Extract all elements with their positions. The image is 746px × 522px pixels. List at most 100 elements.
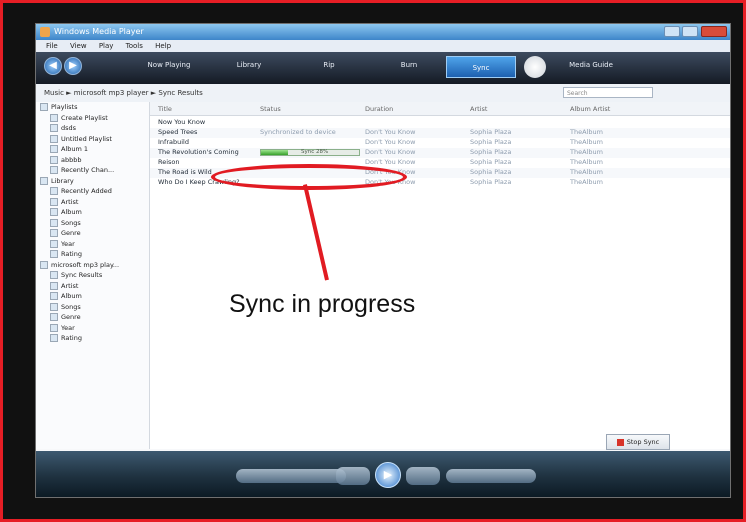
cell-album-artist: TheAlbum xyxy=(570,128,603,136)
playlist-icon xyxy=(50,292,58,300)
tree-item[interactable]: Songs xyxy=(36,218,149,229)
callout-label: Sync in progress xyxy=(229,290,416,318)
cell-status: Synchronized to device xyxy=(260,128,336,136)
tree-item-label: Untitled Playlist xyxy=(61,134,112,143)
cell-duration: Don't You Know xyxy=(365,148,416,156)
tab-now-playing[interactable]: Now Playing xyxy=(134,61,204,69)
cell-album-artist: TheAlbum xyxy=(570,138,603,146)
tab-rip[interactable]: Rip xyxy=(294,61,364,69)
menu-tools[interactable]: Tools xyxy=(126,42,143,50)
tree-item[interactable]: Recently Added xyxy=(36,186,149,197)
tree-item[interactable]: Year xyxy=(36,323,149,334)
callout-ellipse xyxy=(211,164,407,190)
tree-item[interactable]: abbbb xyxy=(36,155,149,166)
folder-icon xyxy=(40,260,48,269)
next-button[interactable] xyxy=(406,467,440,485)
tree-item-label: Genre xyxy=(61,229,81,237)
tab-burn[interactable]: Burn xyxy=(374,61,444,69)
column-duration[interactable]: Duration xyxy=(365,105,393,113)
menu-help[interactable]: Help xyxy=(155,42,171,50)
forward-arrow-icon[interactable]: ▶ xyxy=(64,57,82,75)
online-store-icon[interactable] xyxy=(524,56,546,78)
progress-fill xyxy=(261,150,289,155)
column-status[interactable]: Status xyxy=(260,105,281,113)
cell-artist: Sophia Plaza xyxy=(470,158,512,166)
cell-title: The Revolution's Coming xyxy=(158,148,239,156)
tree-item[interactable]: Genre xyxy=(36,228,149,239)
tree-item[interactable]: Genre xyxy=(36,312,149,323)
tree-item[interactable]: Artist xyxy=(36,281,149,292)
tree-item-label: Rating xyxy=(61,250,82,258)
tree-item[interactable]: Songs xyxy=(36,302,149,313)
playlist-icon xyxy=(50,124,58,132)
playlist-icon xyxy=(50,218,58,227)
playlist-icon xyxy=(50,250,58,258)
address-bar: Music ► microsoft mp3 player ► Sync Resu… xyxy=(36,84,730,103)
tree-item[interactable]: Recently Chan... xyxy=(36,165,149,176)
tree-item[interactable]: Rating xyxy=(36,333,149,344)
search-input[interactable]: Search xyxy=(563,87,653,98)
seek-bar[interactable] xyxy=(236,469,346,483)
menu-view[interactable]: View xyxy=(70,42,87,50)
column-album-artist[interactable]: Album Artist xyxy=(570,105,610,113)
tree-item-label: Library xyxy=(51,176,74,185)
maximize-button[interactable] xyxy=(682,26,698,37)
tree-item-label: Recently Added xyxy=(61,187,112,195)
cell-artist: Sophia Plaza xyxy=(470,128,512,136)
tree-item-label: Album xyxy=(61,292,82,300)
playlist-icon xyxy=(50,145,58,153)
table-row[interactable]: Infrabuild Don't You Know Sophia Plaza TheA… xyxy=(150,138,730,148)
table-row[interactable]: Reison Don't You Know Sophia Plaza TheAlbum xyxy=(150,158,730,168)
tree-item-label: Artist xyxy=(61,281,79,290)
tree-item[interactable]: Playlists xyxy=(36,102,149,113)
column-title[interactable]: Title xyxy=(158,105,172,113)
menu-play[interactable]: Play xyxy=(99,42,114,50)
previous-button[interactable] xyxy=(336,467,370,485)
tree-item-label: Year xyxy=(61,239,75,248)
tree-item[interactable]: Sync Results xyxy=(36,270,149,281)
tree-item-label: dsds xyxy=(61,124,77,132)
tree-item[interactable]: microsoft mp3 play... xyxy=(36,260,149,271)
menu-file[interactable]: File xyxy=(46,42,58,50)
close-button[interactable] xyxy=(701,26,727,37)
stop-sync-button[interactable]: Stop Sync xyxy=(606,434,670,450)
tree-item[interactable]: Artist xyxy=(36,197,149,208)
tree-item-label: Album 1 xyxy=(61,145,89,153)
playlist-icon xyxy=(50,271,58,279)
minimize-button[interactable] xyxy=(664,26,680,37)
tab-media-guide[interactable]: Media Guide xyxy=(556,61,626,69)
column-artist[interactable]: Artist xyxy=(470,105,487,113)
tree-item-label: Songs xyxy=(61,218,81,227)
tree-item-label: Recently Chan... xyxy=(61,166,115,174)
volume-slider[interactable] xyxy=(446,469,536,483)
cell-artist: Sophia Plaza xyxy=(470,148,512,156)
tree-item[interactable]: Untitled Playlist xyxy=(36,134,149,145)
navigation-pane: Playlists Create Playlist dsds Untitled Pla… xyxy=(36,102,150,449)
tree-item[interactable]: Album xyxy=(36,207,149,218)
playlist-icon xyxy=(50,134,58,143)
breadcrumb[interactable]: Music ► microsoft mp3 player ► Sync Resu… xyxy=(44,89,203,97)
cell-title: The Road is Wild xyxy=(158,168,212,176)
tab-library[interactable]: Library xyxy=(214,61,284,69)
table-row[interactable]: The Revolution's Coming Sync 28% Don't You… xyxy=(150,148,730,158)
table-row[interactable]: Now You Know xyxy=(150,118,730,128)
play-button[interactable]: ▶ xyxy=(375,462,401,488)
tree-item[interactable]: Album xyxy=(36,291,149,302)
playlist-icon xyxy=(50,197,58,206)
progress-text: Sync 28% xyxy=(301,149,329,155)
table-row[interactable]: Speed Trees Synchronized to device Don't Y… xyxy=(150,128,730,138)
back-arrow-icon[interactable]: ◀ xyxy=(44,57,62,75)
tree-item[interactable]: Rating xyxy=(36,249,149,260)
tree-item[interactable]: Album 1 xyxy=(36,144,149,155)
tree-item[interactable]: Create Playlist xyxy=(36,113,149,124)
tree-item-label: abbbb xyxy=(61,155,82,164)
cell-album-artist: TheAlbum xyxy=(570,178,603,186)
tree-item-label: Genre xyxy=(61,313,81,321)
stop-icon xyxy=(616,438,624,446)
tree-item[interactable]: Year xyxy=(36,239,149,250)
stop-sync-label: Stop Sync xyxy=(626,438,660,446)
tab-sync[interactable]: Sync xyxy=(446,56,516,78)
tree-item[interactable]: Library xyxy=(36,176,149,187)
tree-item[interactable]: dsds xyxy=(36,123,149,134)
cell-album-artist: TheAlbum xyxy=(570,158,603,166)
